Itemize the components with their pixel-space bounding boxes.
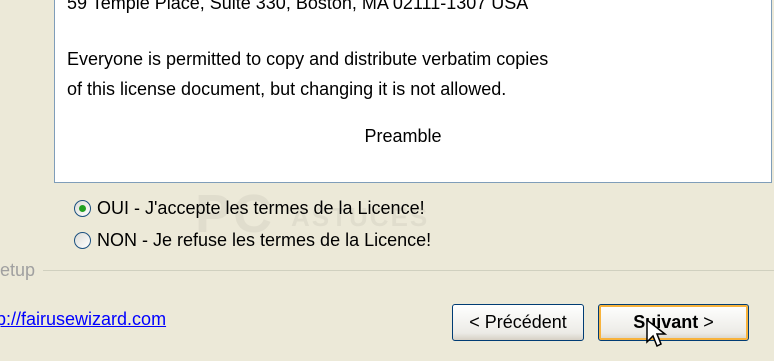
license-preamble-heading: Preamble: [364, 126, 442, 146]
radio-refuse[interactable]: [74, 232, 91, 249]
accept-label[interactable]: OUI - J'accepte les termes de la Licence…: [97, 198, 425, 219]
previous-button[interactable]: < Précédent: [452, 304, 584, 341]
refuse-license-option[interactable]: NON - Je refuse les termes de la Licence…: [74, 230, 431, 251]
license-line-1: Everyone is permitted to copy and distri…: [67, 49, 549, 69]
radio-accept[interactable]: [74, 200, 91, 217]
license-address-line: 59 Temple Place, Suite 330, Boston, MA 0…: [67, 0, 529, 13]
next-button[interactable]: Suivant >: [598, 304, 749, 341]
license-line-2: of this license document, but changing i…: [67, 79, 507, 99]
group-separator: [0, 270, 774, 271]
accept-license-option[interactable]: OUI - J'accepte les termes de la Licence…: [74, 198, 425, 219]
refuse-label[interactable]: NON - Je refuse les termes de la Licence…: [97, 230, 431, 251]
next-button-arrow: >: [698, 312, 714, 332]
mouse-pointer-icon: [646, 318, 668, 348]
website-link[interactable]: p://fairusewizard.com: [0, 309, 166, 330]
group-label: etup: [0, 260, 44, 281]
license-text-box[interactable]: 59 Temple Place, Suite 330, Boston, MA 0…: [54, 0, 772, 183]
top-strip: [0, 0, 54, 8]
